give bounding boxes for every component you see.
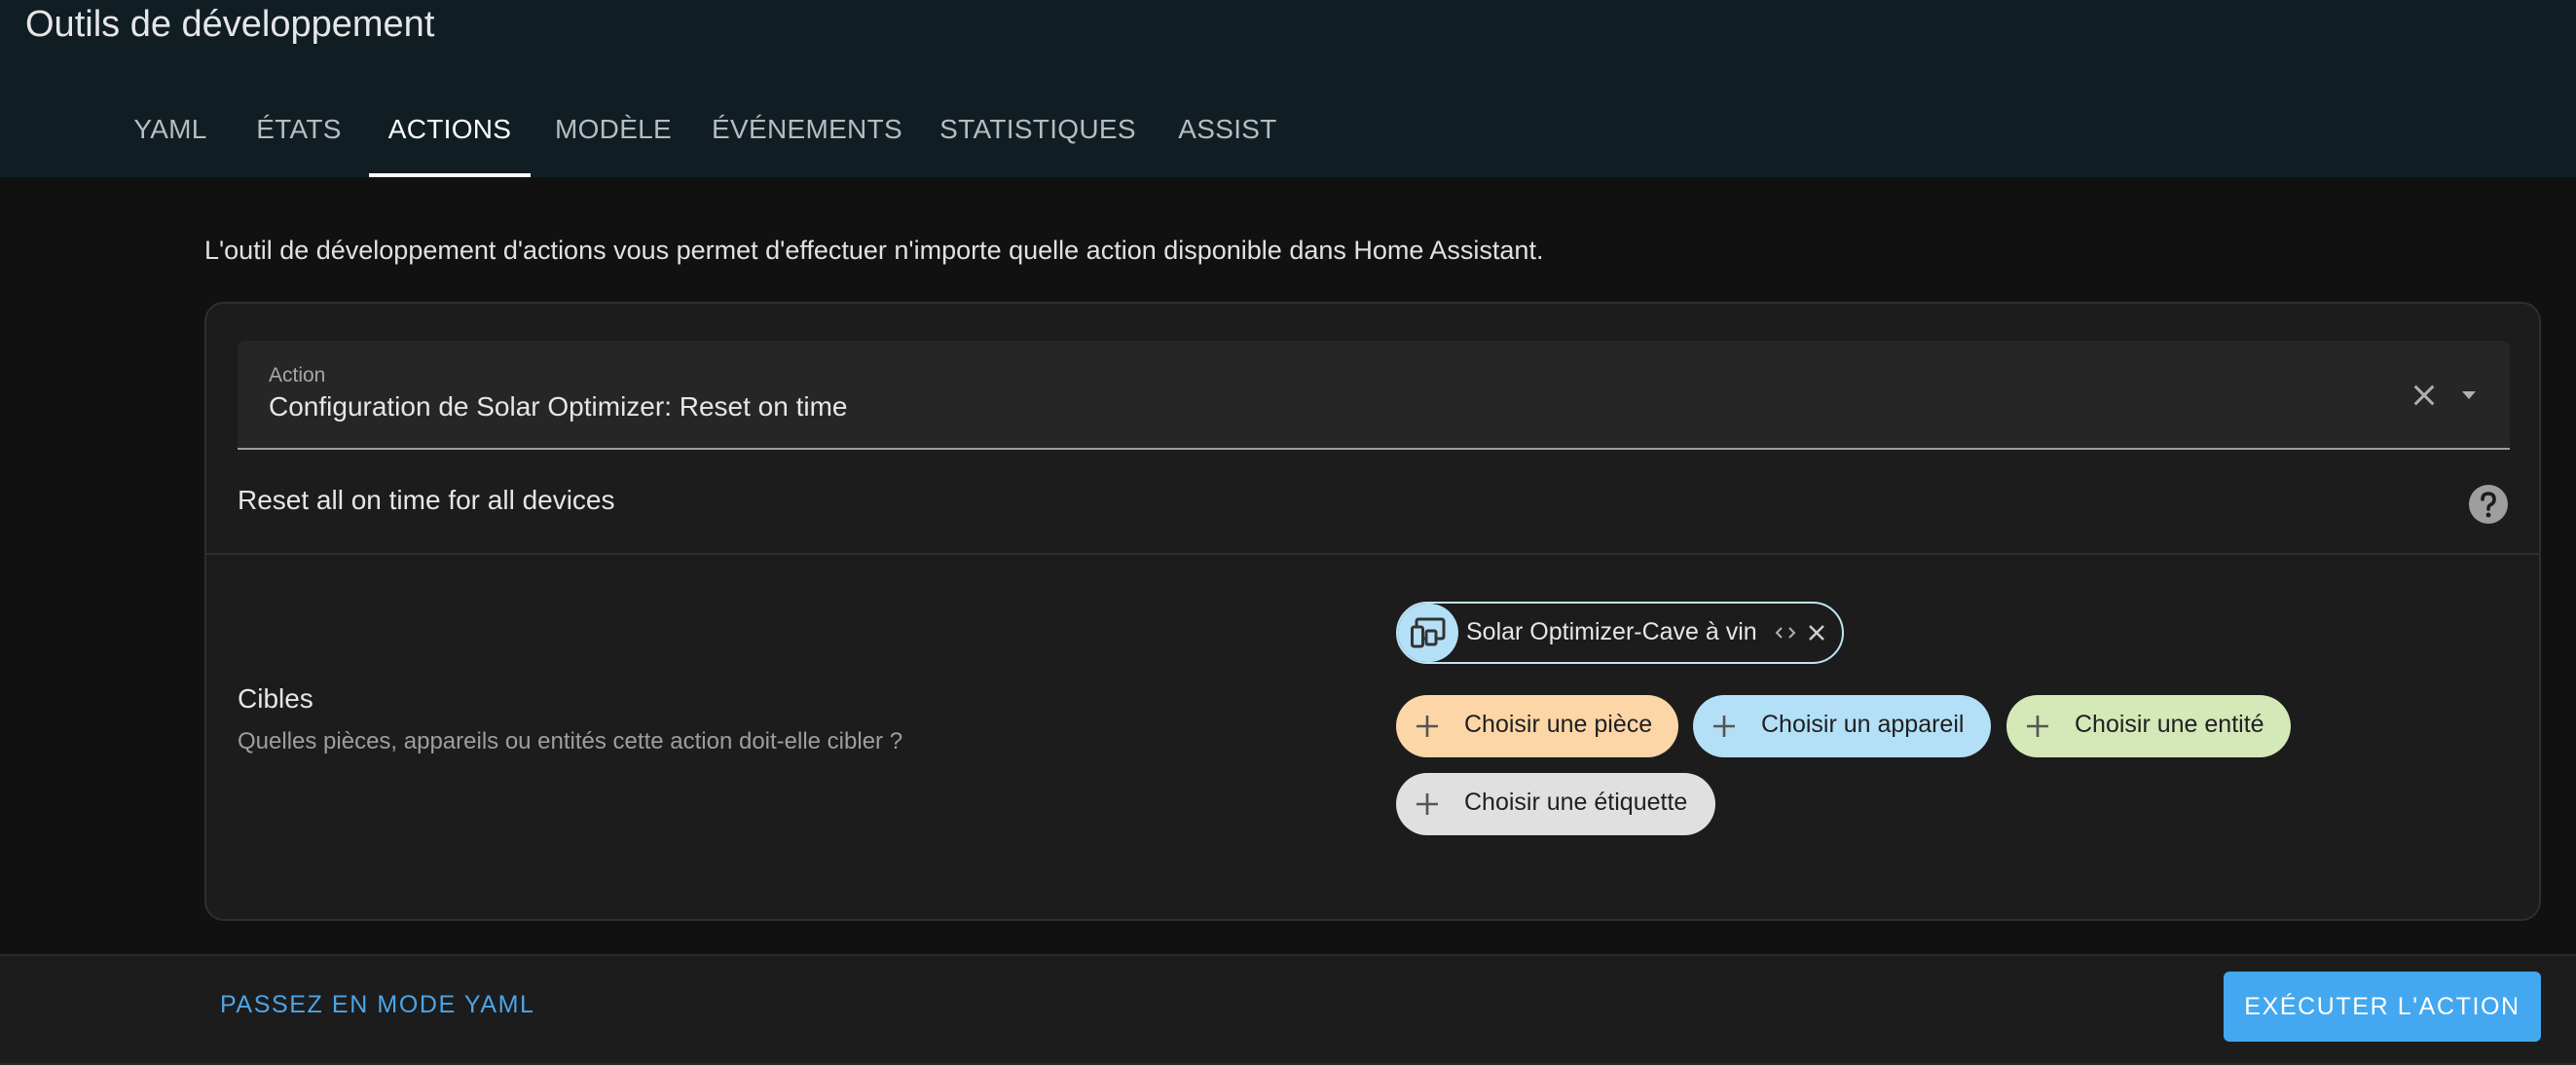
action-card: Action Configuration de Solar Optimizer:… [204, 302, 2541, 921]
tab-bar: YAML ÉTATS ACTIONS MODÈLE ÉVÉNEMENTS STA… [0, 97, 2576, 177]
execute-action-button[interactable]: EXÉCUTER L'ACTION [2224, 972, 2541, 1042]
add-label-button[interactable]: Choisir une étiquette [1396, 773, 1715, 835]
action-select[interactable]: Action Configuration de Solar Optimizer:… [238, 341, 2510, 450]
devices-icon [1411, 617, 1446, 648]
tab-evenements[interactable]: ÉVÉNEMENTS [699, 97, 915, 177]
chevron-down-icon[interactable] [2457, 384, 2481, 407]
chip-label: Solar Optimizer-Cave à vin [1466, 618, 1757, 645]
tab-label: ASSIST [1178, 114, 1277, 144]
plus-icon [1713, 716, 1735, 737]
page-description: L'outil de développement d'actions vous … [204, 236, 1544, 265]
yaml-mode-button[interactable]: PASSEZ EN MODE YAML [220, 991, 535, 1019]
page-title: Outils de développement [25, 4, 435, 45]
tab-yaml[interactable]: YAML [117, 97, 224, 177]
app-header: Outils de développement YAML ÉTATS ACTIO… [0, 0, 2576, 177]
tab-label: YAML [133, 114, 207, 144]
add-label-label: Choisir une étiquette [1464, 789, 1688, 816]
plus-icon [1417, 716, 1438, 737]
tab-modele[interactable]: MODÈLE [541, 97, 685, 177]
targets-title: Cibles [238, 683, 313, 714]
help-icon[interactable] [2467, 483, 2510, 526]
expand-code-icon[interactable] [1774, 623, 1797, 643]
targets-subtitle: Quelles pièces, appareils ou entités cet… [238, 728, 903, 754]
tab-label: STATISTIQUES [939, 114, 1136, 144]
add-area-label: Choisir une pièce [1464, 711, 1653, 738]
action-field-value[interactable]: Configuration de Solar Optimizer: Reset … [269, 391, 848, 422]
add-area-button[interactable]: Choisir une pièce [1396, 695, 1678, 757]
add-device-button[interactable]: Choisir un appareil [1693, 695, 1991, 757]
tab-assist[interactable]: ASSIST [1164, 97, 1291, 177]
action-description: Reset all on time for all devices [238, 485, 615, 515]
selected-device-chip[interactable]: Solar Optimizer-Cave à vin [1396, 602, 1844, 664]
divider [206, 553, 2539, 555]
close-icon[interactable] [1805, 621, 1828, 644]
tab-statistiques[interactable]: STATISTIQUES [929, 97, 1147, 177]
tab-label: ÉTATS [256, 114, 342, 144]
action-field-label: Action [269, 364, 326, 386]
add-device-label: Choisir un appareil [1761, 711, 1965, 738]
tab-label: ÉVÉNEMENTS [712, 114, 902, 144]
add-entity-label: Choisir une entité [2075, 711, 2264, 738]
chip-avatar [1398, 604, 1458, 662]
add-entity-button[interactable]: Choisir une entité [2006, 695, 2291, 757]
main-content: L'outil de développement d'actions vous … [0, 177, 2576, 954]
footer-bar: PASSEZ EN MODE YAML EXÉCUTER L'ACTION [0, 954, 2576, 1065]
tab-actions[interactable]: ACTIONS [369, 97, 531, 177]
plus-icon [2027, 716, 2048, 737]
clear-icon[interactable] [2409, 380, 2440, 411]
plus-icon [1417, 793, 1438, 815]
tab-label: MODÈLE [554, 114, 673, 144]
tab-label: ACTIONS [387, 114, 512, 144]
tab-etats[interactable]: ÉTATS [239, 97, 358, 177]
